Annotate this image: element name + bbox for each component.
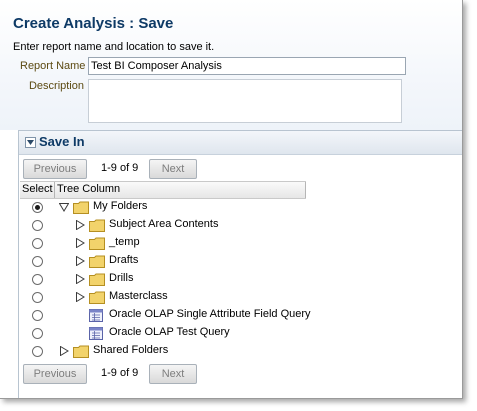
folder-icon (89, 291, 105, 304)
folder-tree-table: Select Tree Column My Folders Subject Ar… (20, 181, 311, 365)
column-divider (305, 182, 306, 198)
collapsed-triangle-icon[interactable] (75, 256, 85, 266)
next-button[interactable]: Next (149, 159, 197, 179)
tree-row-temp[interactable]: _temp (20, 235, 306, 253)
select-radio[interactable] (32, 328, 43, 339)
collapsed-triangle-icon[interactable] (75, 220, 85, 230)
tree-row-drafts[interactable]: Drafts (20, 253, 306, 271)
select-radio[interactable] (32, 292, 43, 303)
previous-button[interactable]: Previous (23, 364, 87, 384)
column-header-select: Select (22, 183, 53, 195)
dialog-instructions: Enter report name and location to save i… (13, 41, 215, 53)
save-in-header: Save In (19, 131, 462, 155)
tree-row-drills[interactable]: Drills (20, 271, 306, 289)
tree-row-label[interactable]: Oracle OLAP Single Attribute Field Query (109, 308, 311, 320)
collapsed-triangle-icon[interactable] (59, 346, 69, 356)
previous-button[interactable]: Previous (23, 159, 87, 179)
page-count: 1-9 of 9 (101, 367, 139, 379)
folder-icon (73, 345, 89, 358)
column-divider (54, 182, 55, 198)
collapse-triangle-icon[interactable] (25, 137, 36, 148)
next-button[interactable]: Next (149, 364, 197, 384)
table-header: Select Tree Column (20, 181, 306, 199)
description-label: Description (28, 80, 84, 92)
tree-row-subject-area-contents[interactable]: Subject Area Contents (20, 217, 306, 235)
tree-row-label[interactable]: Drills (109, 272, 133, 284)
report-name-input[interactable] (88, 57, 406, 75)
expanded-triangle-icon[interactable] (59, 202, 69, 212)
tree-row-label[interactable]: Shared Folders (93, 344, 168, 356)
save-in-title: Save In (39, 134, 85, 149)
report-name-label: Report Name (20, 60, 86, 72)
folder-icon (89, 273, 105, 286)
tree-row-label[interactable]: Drafts (109, 254, 138, 266)
tree-row-label[interactable]: Masterclass (109, 290, 168, 302)
collapsed-triangle-icon[interactable] (75, 292, 85, 302)
tree-row-olap-single-attribute-query[interactable]: Oracle OLAP Single Attribute Field Query (20, 307, 311, 325)
page-count: 1-9 of 9 (101, 162, 139, 174)
collapsed-triangle-icon[interactable] (75, 274, 85, 284)
dialog-title: Create Analysis : Save (13, 15, 174, 32)
tree-row-olap-test-query[interactable]: Oracle OLAP Test Query (20, 325, 306, 343)
select-radio[interactable] (32, 256, 43, 267)
analysis-query-icon (89, 309, 103, 322)
select-radio[interactable] (32, 238, 43, 249)
tree-row-label[interactable]: Oracle OLAP Test Query (109, 326, 230, 338)
column-header-tree: Tree Column (57, 183, 121, 195)
tree-row-label[interactable]: My Folders (93, 200, 147, 212)
pager-top: Previous 1-9 of 9 Next (23, 159, 323, 181)
tree-row-shared-folders[interactable]: Shared Folders (20, 343, 306, 361)
folder-icon (89, 219, 105, 232)
save-in-panel: Save In Previous 1-9 of 9 Next Select Tr… (18, 130, 462, 398)
select-radio[interactable] (32, 220, 43, 231)
folder-icon (89, 255, 105, 268)
analysis-query-icon (89, 327, 103, 340)
tree-row-label[interactable]: _temp (109, 236, 140, 248)
folder-icon (73, 201, 89, 214)
folder-icon (89, 237, 105, 250)
tree-row-my-folders[interactable]: My Folders (20, 199, 306, 217)
collapsed-triangle-icon[interactable] (75, 238, 85, 248)
select-radio[interactable] (32, 274, 43, 285)
pager-bottom: Previous 1-9 of 9 Next (23, 364, 323, 386)
select-radio[interactable] (32, 346, 43, 357)
save-analysis-dialog: Create Analysis : Save Enter report name… (0, 0, 463, 399)
tree-row-masterclass[interactable]: Masterclass (20, 289, 306, 307)
select-radio[interactable] (32, 202, 43, 213)
description-textarea[interactable] (88, 79, 402, 123)
select-radio[interactable] (32, 310, 43, 321)
tree-row-label[interactable]: Subject Area Contents (109, 218, 218, 230)
